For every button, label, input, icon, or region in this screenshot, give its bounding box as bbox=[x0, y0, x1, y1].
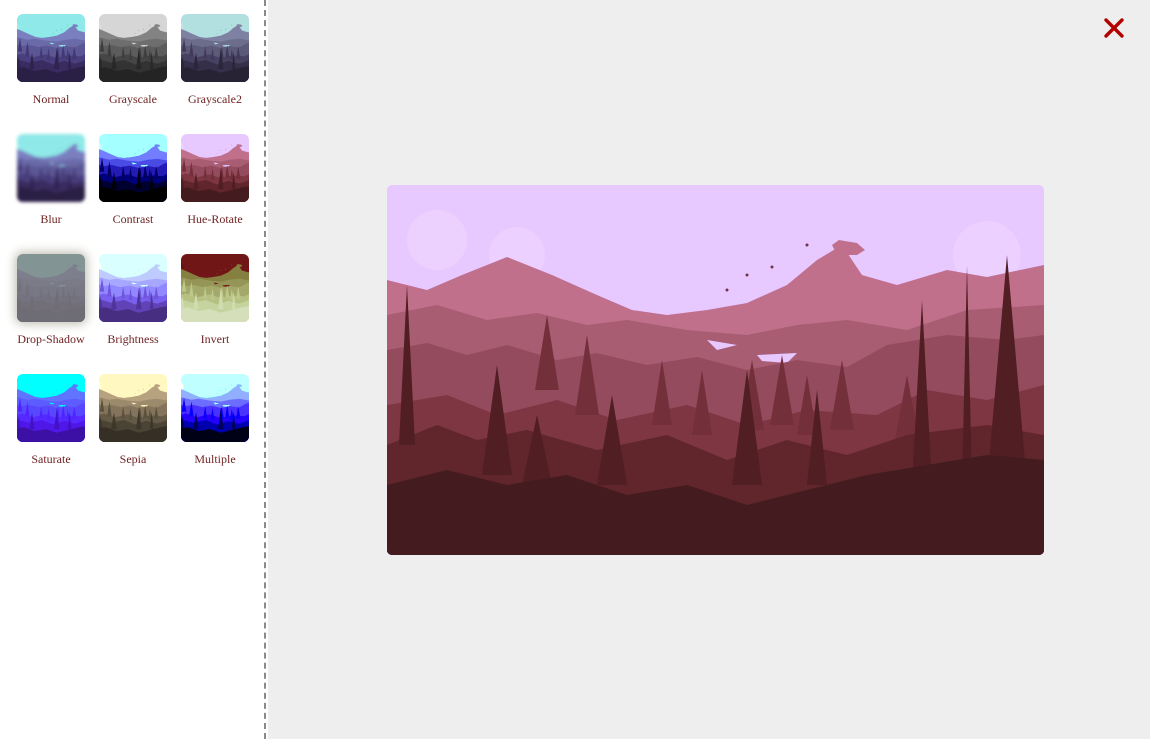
filter-option-invert[interactable]: Invert bbox=[174, 254, 256, 354]
filter-thumbnail[interactable] bbox=[181, 374, 249, 442]
filter-label: Contrast bbox=[112, 212, 154, 226]
filter-label: Multiple bbox=[194, 452, 236, 466]
filter-label: Saturate bbox=[31, 452, 71, 466]
filter-app: Normal Grayscale Grayscale2 Blur Contras bbox=[0, 0, 1150, 739]
filter-option-drop-shadow[interactable]: Drop-Shadow bbox=[10, 254, 92, 354]
filter-sidebar: Normal Grayscale Grayscale2 Blur Contras bbox=[0, 0, 266, 739]
close-icon[interactable] bbox=[1102, 16, 1126, 40]
filter-option-saturate[interactable]: Saturate bbox=[10, 374, 92, 474]
filter-label: Brightness bbox=[107, 332, 159, 346]
filter-option-hue-rotate[interactable]: Hue-Rotate bbox=[174, 134, 256, 234]
filter-thumbnail[interactable] bbox=[17, 374, 85, 442]
filter-option-grayscale2[interactable]: Grayscale2 bbox=[174, 14, 256, 114]
filter-label: Normal bbox=[32, 92, 70, 106]
filter-label: Invert bbox=[200, 332, 230, 346]
filter-label: Sepia bbox=[119, 452, 147, 466]
filter-thumbnail[interactable] bbox=[17, 134, 85, 202]
filter-thumbnail[interactable] bbox=[99, 254, 167, 322]
filter-option-blur[interactable]: Blur bbox=[10, 134, 92, 234]
filter-option-brightness[interactable]: Brightness bbox=[92, 254, 174, 354]
filter-thumbnail[interactable] bbox=[17, 14, 85, 82]
filter-option-contrast[interactable]: Contrast bbox=[92, 134, 174, 234]
filter-thumbnail[interactable] bbox=[181, 14, 249, 82]
filter-thumbnail[interactable] bbox=[17, 254, 85, 322]
filter-label: Hue-Rotate bbox=[187, 212, 243, 226]
filter-thumbnail[interactable] bbox=[99, 14, 167, 82]
filter-label: Drop-Shadow bbox=[17, 332, 85, 346]
preview-stage bbox=[268, 0, 1150, 739]
filter-thumbnail[interactable] bbox=[181, 254, 249, 322]
filter-thumbnail[interactable] bbox=[99, 374, 167, 442]
filter-label: Grayscale bbox=[109, 92, 157, 106]
filter-label: Grayscale2 bbox=[188, 92, 242, 106]
filter-option-sepia[interactable]: Sepia bbox=[92, 374, 174, 474]
filter-label: Blur bbox=[40, 212, 62, 226]
preview-image bbox=[387, 185, 1044, 555]
filter-thumbnail[interactable] bbox=[99, 134, 167, 202]
filter-thumbnail[interactable] bbox=[181, 134, 249, 202]
filter-option-normal[interactable]: Normal bbox=[10, 14, 92, 114]
filter-option-grayscale[interactable]: Grayscale bbox=[92, 14, 174, 114]
close-button[interactable] bbox=[1102, 16, 1126, 40]
filter-option-multiple[interactable]: Multiple bbox=[174, 374, 256, 474]
